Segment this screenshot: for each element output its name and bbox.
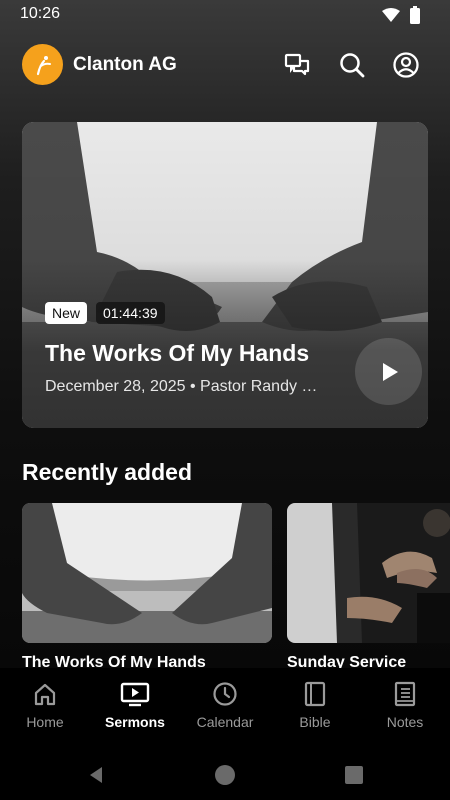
nav-sermons[interactable]: Sermons [90, 680, 180, 730]
status-bar: 10:26 [0, 0, 450, 30]
nav-notes[interactable]: Notes [360, 680, 450, 730]
book-icon [270, 680, 360, 708]
status-time: 10:26 [20, 5, 61, 22]
system-back-button[interactable] [81, 760, 111, 790]
nav-bible[interactable]: Bible [270, 680, 360, 730]
bottom-navigation: Home Sermons Calendar Bible Notes [0, 668, 450, 750]
nav-calendar[interactable]: Calendar [180, 680, 270, 730]
featured-title: The Works Of My Hands [45, 340, 310, 366]
recents-square-icon [345, 766, 363, 784]
nav-notes-label: Notes [386, 714, 424, 730]
home-circle-icon [215, 765, 235, 785]
nav-home[interactable]: Home [0, 680, 90, 730]
play-button[interactable] [355, 338, 422, 405]
new-badge: New [45, 302, 88, 324]
search-button[interactable] [337, 50, 367, 80]
featured-meta: December 28, 2025 • Pastor Randy Hays [45, 378, 320, 395]
wifi-icon [382, 8, 400, 27]
search-icon [340, 53, 365, 78]
tv-play-icon [90, 680, 180, 708]
featured-badges: New 01:44:39 [45, 302, 165, 324]
account-icon [393, 52, 419, 78]
nav-bible-label: Bible [299, 714, 331, 730]
recent-sermon-image [22, 503, 272, 643]
app-title: Clanton AG [73, 54, 177, 75]
nav-sermons-label: Sermons [105, 714, 165, 730]
recent-sermon-card[interactable] [22, 503, 272, 643]
battery-icon [410, 6, 420, 29]
recently-added-heading: Recently added [22, 459, 192, 485]
system-recents-button[interactable] [339, 760, 369, 790]
duration-badge: 01:44:39 [96, 302, 165, 324]
home-icon [0, 680, 90, 708]
profile-button[interactable] [391, 50, 421, 80]
notes-icon [360, 680, 450, 708]
recent-sermon-image [287, 503, 450, 643]
system-navigation-bar [0, 750, 450, 800]
clock-icon [180, 680, 270, 708]
status-icons [382, 6, 420, 29]
chat-button[interactable] [282, 50, 312, 80]
logo-flame-icon [36, 55, 51, 75]
nav-calendar-label: Calendar [196, 714, 254, 730]
system-home-button[interactable] [210, 760, 240, 790]
church-logo[interactable] [22, 44, 63, 85]
play-icon [382, 362, 398, 381]
chat-bubbles-icon [284, 53, 310, 76]
featured-sermon-card[interactable]: New 01:44:39 The Works Of My Hands Decem… [22, 122, 428, 428]
app-header: Clanton AG [0, 44, 450, 86]
back-triangle-icon [90, 767, 102, 783]
recent-sermon-card[interactable] [287, 503, 450, 643]
nav-home-label: Home [26, 714, 64, 730]
